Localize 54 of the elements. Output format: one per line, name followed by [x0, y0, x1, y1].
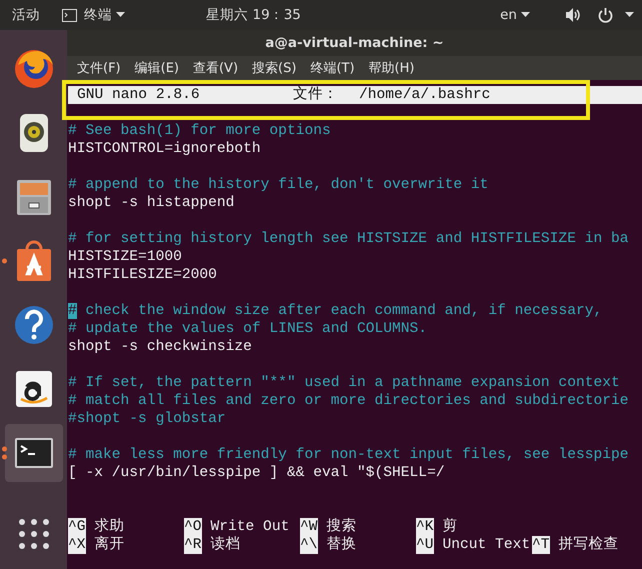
- shortcut-key: ^R: [184, 536, 202, 554]
- shortcut-key: ^\: [300, 536, 318, 554]
- shortcut-key: ^K: [416, 518, 434, 536]
- code-line: HISTFILESIZE=2000: [68, 266, 217, 284]
- code-line: HISTSIZE=1000: [68, 248, 182, 266]
- shortcut-key: ^X: [68, 536, 86, 554]
- window-title: a@a-virtual-machine: ~: [67, 30, 642, 56]
- file-label: 文件：: [293, 86, 339, 104]
- shortcut-label: 替换: [326, 536, 357, 554]
- shortcut-label: Write Out: [210, 518, 290, 536]
- code-line: shopt -s checkwinsize: [68, 338, 252, 356]
- terminal-icon: [62, 8, 77, 22]
- shortcut-label: 拼写检查: [558, 536, 619, 554]
- clock[interactable]: 星期六 19：35: [206, 6, 301, 24]
- menu-item[interactable]: 终端(T): [310, 59, 355, 77]
- menu-item[interactable]: 文件(F): [77, 59, 121, 77]
- dock-item[interactable]: [4, 424, 62, 482]
- code-comment: # If set, the pattern "**" used in a pathname expansion context: [68, 374, 620, 392]
- code-comment: # check the window size after each command and, if necessary,: [68, 302, 602, 320]
- code-comment: # for setting history length see HISTSIZE and HISTFILESIZE in ba: [68, 230, 628, 248]
- code-line: shopt -s histappend: [68, 194, 234, 212]
- code-comment: # See bash(1) for more options: [68, 122, 331, 140]
- caret-icon[interactable]: [625, 12, 634, 18]
- menu-item[interactable]: 搜索(S): [252, 59, 296, 77]
- code-comment: # match all files and zero or more directories and subdirectorie: [68, 392, 628, 410]
- shortcut-label: 求助: [94, 518, 125, 536]
- code-line: HISTCONTROL=ignoreboth: [68, 140, 261, 158]
- menu-item[interactable]: 查看(V): [192, 59, 238, 77]
- shortcut-label: Uncut Text: [442, 536, 530, 554]
- shortcut-key: ^O: [184, 518, 202, 536]
- shortcut-key: ^G: [68, 518, 86, 536]
- code-comment: # make less more friendly for non-text input files, see lesspipe: [68, 446, 628, 464]
- shortcut-key: ^W: [300, 518, 318, 536]
- keyboard-layout-menu[interactable]: en: [500, 7, 530, 23]
- volume-icon[interactable]: [566, 8, 582, 22]
- caret-icon: [521, 12, 530, 18]
- code-comment: #shopt -s globstar: [68, 410, 226, 428]
- file-path: /home/a/.bashrc: [359, 86, 490, 104]
- caret-icon: [116, 12, 125, 18]
- code-comment: # update the values of LINES and COLUMNS.: [68, 320, 428, 338]
- menu-item[interactable]: 编辑(E): [134, 59, 179, 77]
- code-comment: # append to the history file, don't overwrite it: [68, 176, 488, 194]
- menu-item[interactable]: 帮助(H): [368, 59, 414, 77]
- shortcut-label: 读档: [210, 536, 241, 554]
- app-menu[interactable]: 终端: [62, 6, 125, 24]
- power-icon[interactable]: [598, 8, 613, 22]
- shortcut-label: 剪: [442, 518, 458, 536]
- activities-button[interactable]: 活动: [12, 6, 40, 24]
- shortcut-key: ^U: [416, 536, 434, 554]
- code-line: [ -x /usr/bin/lesspipe ] && eval "$(SHELL=/: [68, 464, 445, 482]
- shortcut-label: 搜索: [326, 518, 357, 536]
- shortcut-label: 离开: [94, 536, 125, 554]
- shortcut-key: ^T: [532, 536, 550, 554]
- nano-version: GNU nano 2.8.6: [77, 86, 201, 104]
